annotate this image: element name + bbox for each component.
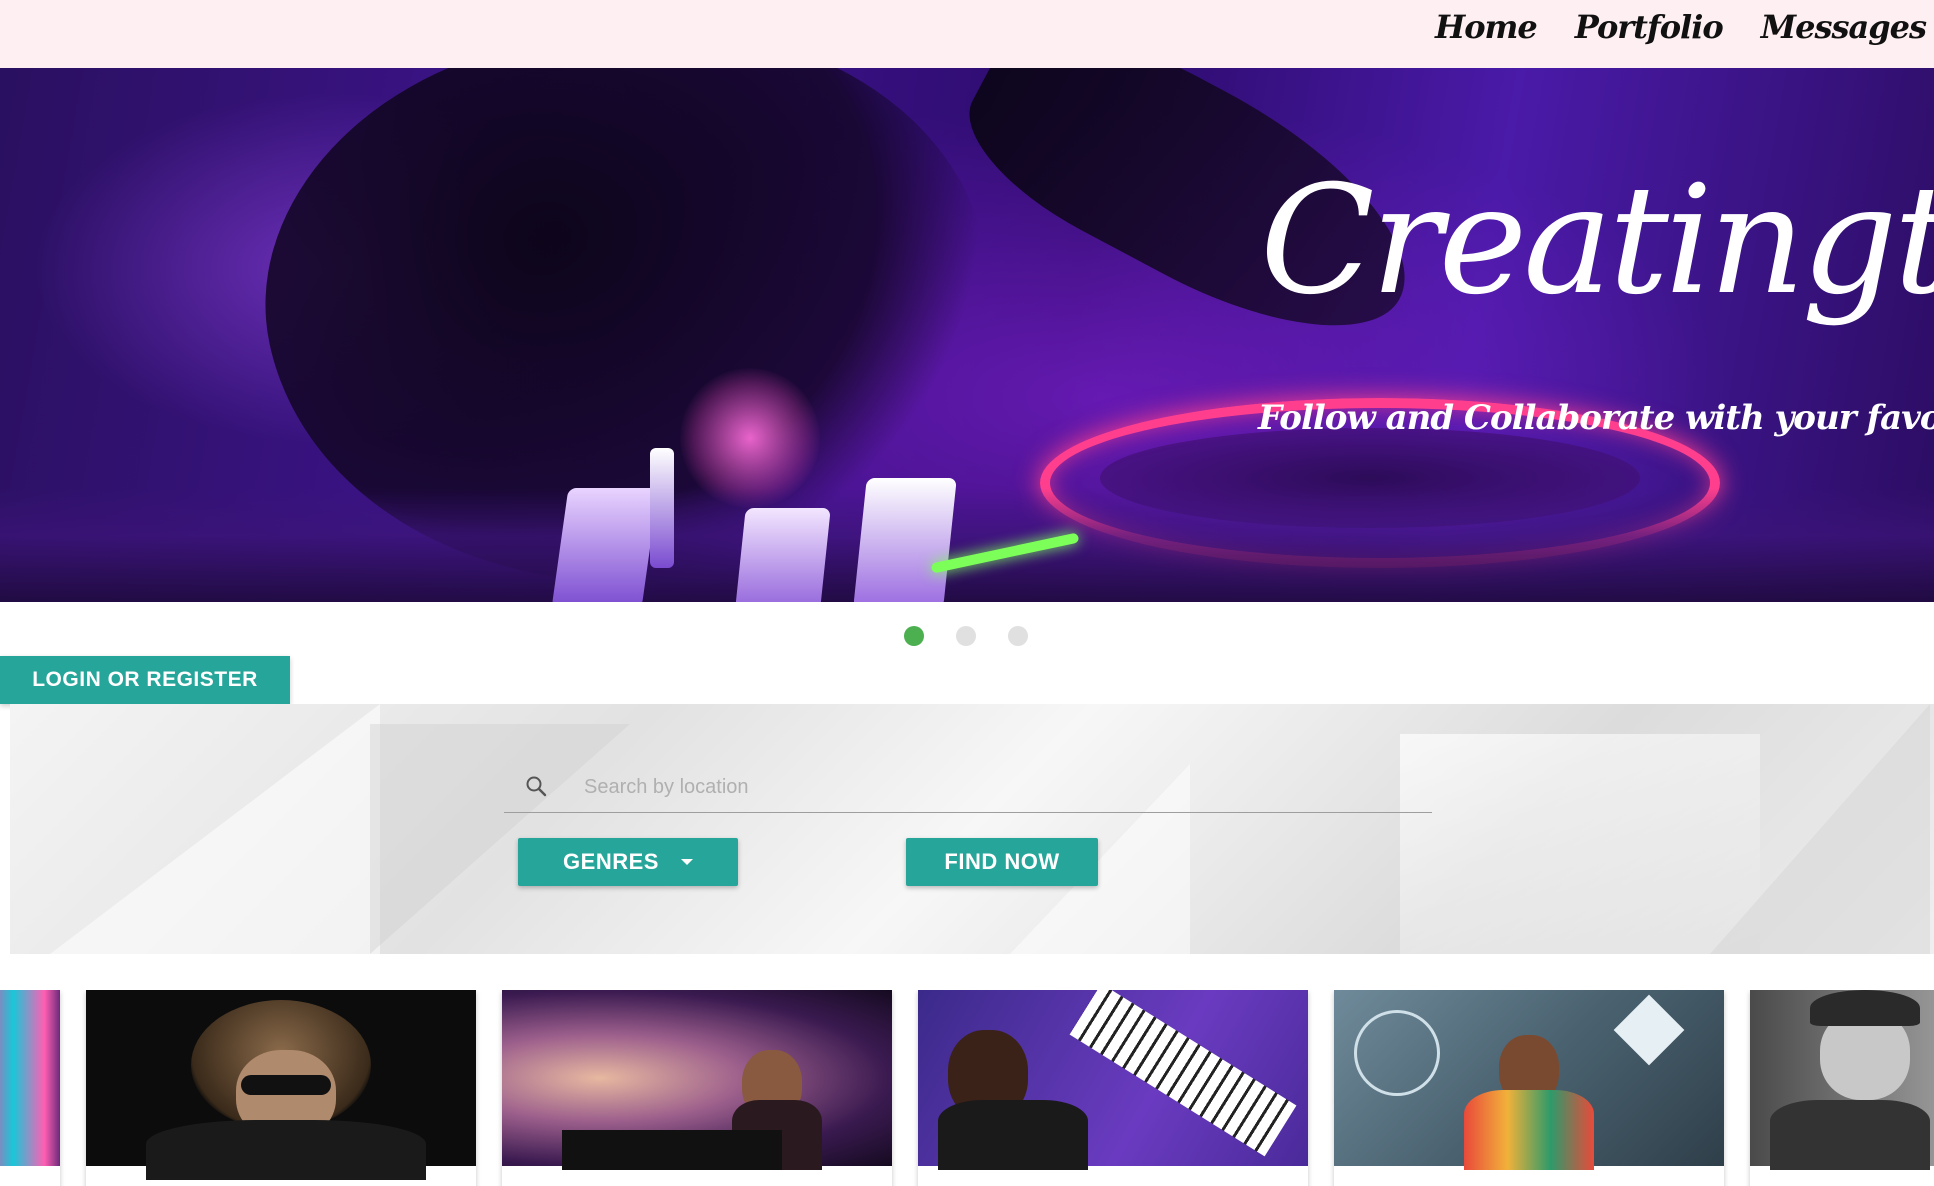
genres-label: GENRES xyxy=(563,849,659,874)
hero-subtitle: Follow and Collaborate with your favorit… xyxy=(1258,398,1934,438)
artist-card[interactable] xyxy=(1334,990,1724,1186)
search-icon xyxy=(526,776,547,797)
nav-link-portfolio[interactable]: Portfolio xyxy=(1575,8,1724,46)
artist-cards-row xyxy=(0,990,1934,1186)
nav-link-messages[interactable]: Messages xyxy=(1761,8,1927,46)
hero-mixer-knob xyxy=(853,478,957,602)
hero-banner: Creatington Follow and Collaborate with … xyxy=(0,68,1934,602)
artist-card-image xyxy=(918,990,1308,1170)
hero-deck-shadow xyxy=(0,488,1934,602)
carousel-dot[interactable] xyxy=(1008,626,1028,646)
background-facet xyxy=(50,704,380,954)
hero-title: Creatington xyxy=(1260,154,1934,328)
artist-card-image xyxy=(0,990,60,1166)
caret-down-icon xyxy=(680,859,693,865)
background-facet xyxy=(1710,704,1930,954)
carousel-indicators xyxy=(904,626,1028,646)
top-navbar: Home Portfolio Messages xyxy=(0,0,1934,68)
find-now-button[interactable]: FIND NOW xyxy=(906,838,1098,886)
artist-card[interactable] xyxy=(502,990,892,1186)
artist-card[interactable] xyxy=(1750,990,1934,1186)
nav-links: Home Portfolio Messages xyxy=(1435,8,1927,46)
background-facet xyxy=(1400,734,1760,954)
search-panel: GENRES FIND NOW xyxy=(10,704,1934,954)
hero-mixer-fader xyxy=(650,448,674,568)
hero-mixer-knob xyxy=(734,508,831,602)
artist-card-image xyxy=(1750,990,1934,1170)
nav-link-home[interactable]: Home xyxy=(1435,8,1538,46)
carousel-dot[interactable] xyxy=(956,626,976,646)
carousel-dot[interactable] xyxy=(904,626,924,646)
login-register-button[interactable]: LOGIN OR REGISTER xyxy=(0,656,290,704)
search-location-input[interactable] xyxy=(582,768,1426,806)
artist-card[interactable] xyxy=(0,990,60,1186)
artist-card-image xyxy=(1334,990,1724,1170)
genres-dropdown-button[interactable]: GENRES xyxy=(518,838,738,886)
artist-card[interactable] xyxy=(918,990,1308,1186)
artist-card[interactable] xyxy=(86,990,476,1186)
artist-card-image xyxy=(502,990,892,1170)
hero-pink-glow xyxy=(680,368,820,508)
hero-mixer-knob xyxy=(551,488,659,602)
search-field xyxy=(504,762,1432,813)
artist-card-image xyxy=(86,990,476,1180)
